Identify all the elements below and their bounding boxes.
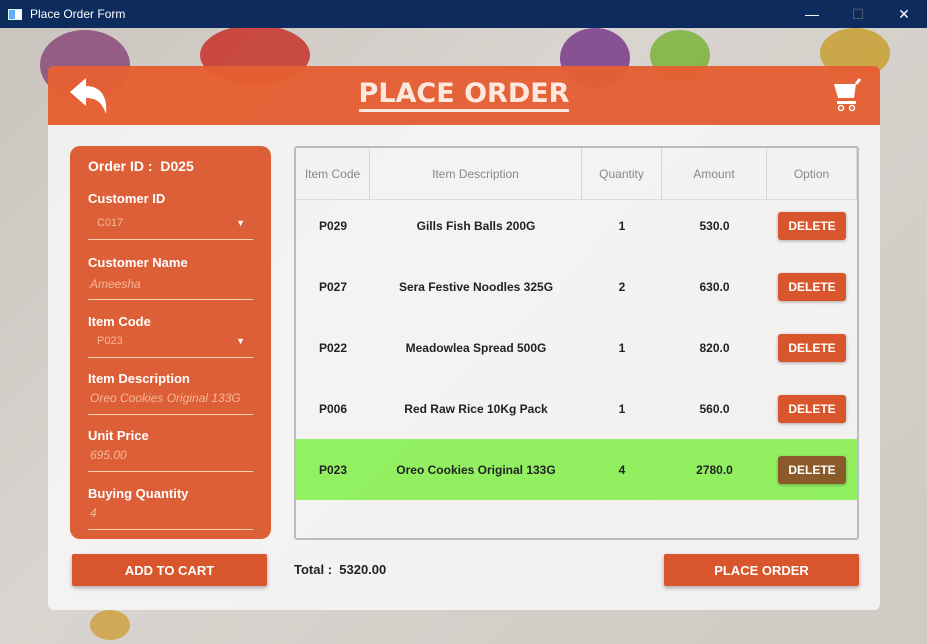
window-title: Place Order Form xyxy=(30,7,126,21)
customer-name-value: Ameesha xyxy=(90,277,141,291)
option-cell: DELETE xyxy=(767,211,857,240)
option-cell: DELETE xyxy=(767,455,857,484)
order-id-label: Order ID : xyxy=(88,158,153,174)
option-cell: DELETE xyxy=(767,272,857,301)
place-order-button[interactable]: PLACE ORDER xyxy=(664,554,859,586)
customer-id-value: C017 xyxy=(97,217,124,229)
item-code-cell: P023 xyxy=(318,462,348,477)
table-row[interactable]: P006 Red Raw Rice 10Kg Pack 1 560.0 DELETE xyxy=(296,378,857,439)
page-title: PLACE ORDER xyxy=(358,78,570,112)
quantity-cell: 1 xyxy=(618,401,626,416)
app-icon xyxy=(8,8,22,20)
total-display: Total : 5320.00 xyxy=(294,562,386,577)
table-header: Item Code Item Description Quantity Amou… xyxy=(296,148,857,200)
amount-cell: 530.0 xyxy=(699,218,730,233)
unit-price-value: 695.00 xyxy=(90,448,127,462)
item-code-cell: P027 xyxy=(318,279,348,294)
customer-id-combobox[interactable]: C017 ▼ xyxy=(88,213,253,240)
customer-id-label: Customer ID xyxy=(88,191,166,206)
close-button[interactable]: ✕ xyxy=(881,0,927,28)
delete-button[interactable]: DELETE xyxy=(778,394,846,423)
column-header-amount[interactable]: Amount xyxy=(662,148,767,200)
add-to-cart-button[interactable]: ADD TO CART xyxy=(72,554,267,586)
quantity-cell: 1 xyxy=(618,218,626,233)
order-items-table: Item Code Item Description Quantity Amou… xyxy=(294,146,859,540)
header-bar: PLACE ORDER xyxy=(48,66,880,125)
item-code-value: P023 xyxy=(97,335,123,347)
item-code-combobox[interactable]: P023 ▼ xyxy=(88,331,253,358)
option-cell: DELETE xyxy=(767,394,857,423)
window-titlebar: Place Order Form — ☐ ✕ xyxy=(0,0,927,28)
item-description-cell: Red Raw Rice 10Kg Pack xyxy=(404,401,548,416)
table-row[interactable]: P023 Oreo Cookies Original 133G 4 2780.0 DEL… xyxy=(296,439,857,500)
item-code-cell: P029 xyxy=(318,218,348,233)
customer-name-label: Customer Name xyxy=(88,255,188,270)
table-row[interactable]: P022 Meadowlea Spread 500G 1 820.0 DELETE xyxy=(296,317,857,378)
minimize-button[interactable]: — xyxy=(789,0,835,28)
cart-icon[interactable] xyxy=(832,78,864,117)
bg-decoration xyxy=(90,610,130,640)
buying-quantity-label: Buying Quantity xyxy=(88,486,189,501)
amount-cell: 630.0 xyxy=(699,279,730,294)
option-cell: DELETE xyxy=(767,333,857,362)
total-label: Total : xyxy=(294,562,333,577)
item-description-cell: Gills Fish Balls 200G xyxy=(416,218,536,233)
chevron-down-icon[interactable]: ▼ xyxy=(236,213,245,233)
quantity-cell: 2 xyxy=(618,279,626,294)
quantity-cell: 4 xyxy=(618,462,626,477)
delete-button[interactable]: DELETE xyxy=(778,455,846,484)
amount-cell: 820.0 xyxy=(699,340,730,355)
table-row[interactable]: P029 Gills Fish Balls 200G 1 530.0 DELETE xyxy=(296,195,857,256)
unit-price-field[interactable]: 695.00 xyxy=(88,445,253,472)
column-header-item-description[interactable]: Item Description xyxy=(370,148,582,200)
item-code-cell: P022 xyxy=(318,340,348,355)
maximize-button[interactable]: ☐ xyxy=(835,0,881,28)
item-description-label: Item Description xyxy=(88,371,190,386)
column-header-item-code[interactable]: Item Code xyxy=(296,148,370,200)
item-code-label: Item Code xyxy=(88,314,151,329)
item-code-cell: P006 xyxy=(318,401,348,416)
quantity-cell: 1 xyxy=(618,340,626,355)
order-form-card: Order ID : D025 Customer ID C017 ▼ Custom… xyxy=(70,146,271,539)
delete-button[interactable]: DELETE xyxy=(778,211,846,240)
customer-name-field[interactable]: Ameesha xyxy=(88,274,253,300)
item-description-cell: Meadowlea Spread 500G xyxy=(405,340,547,355)
table-row[interactable]: P027 Sera Festive Noodles 325G 2 630.0 DELET… xyxy=(296,256,857,317)
column-header-option[interactable]: Option xyxy=(767,148,857,200)
item-description-cell: Sera Festive Noodles 325G xyxy=(398,279,554,294)
buying-quantity-value: 4 xyxy=(90,506,97,520)
item-description-cell: Oreo Cookies Original 133G xyxy=(396,462,556,477)
item-description-value: Oreo Cookies Original 133G xyxy=(90,391,241,405)
buying-quantity-field[interactable]: 4 xyxy=(88,503,253,530)
order-id-value: D025 xyxy=(160,158,194,174)
amount-cell: 2780.0 xyxy=(696,462,733,477)
chevron-down-icon[interactable]: ▼ xyxy=(236,331,245,351)
item-description-field[interactable]: Oreo Cookies Original 133G xyxy=(88,388,253,415)
delete-button[interactable]: DELETE xyxy=(778,333,846,362)
unit-price-label: Unit Price xyxy=(88,428,149,443)
delete-button[interactable]: DELETE xyxy=(778,272,846,301)
column-header-quantity[interactable]: Quantity xyxy=(582,148,662,200)
amount-cell: 560.0 xyxy=(699,401,730,416)
total-value: 5320.00 xyxy=(339,562,387,577)
